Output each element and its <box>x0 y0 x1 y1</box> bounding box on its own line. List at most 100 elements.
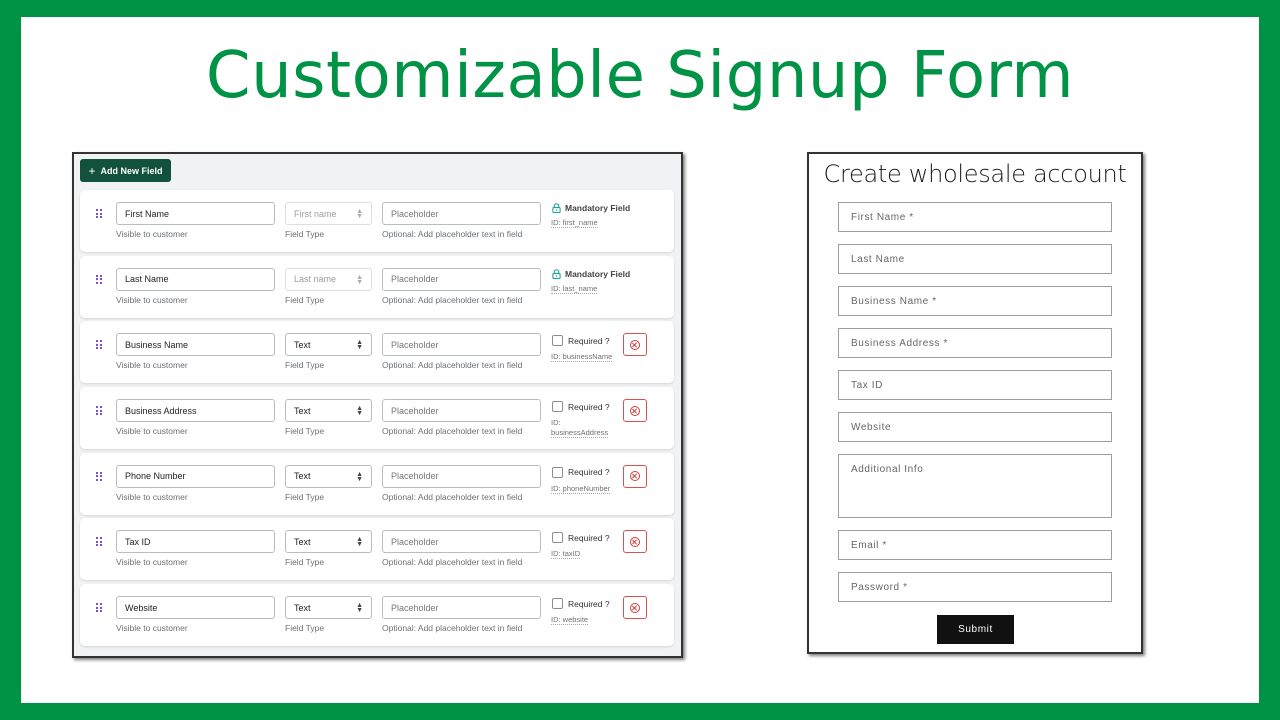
form-input[interactable]: Business Name * <box>838 286 1112 316</box>
form-input[interactable]: Business Address * <box>838 328 1112 358</box>
add-new-field-label: Add New Field <box>100 165 163 176</box>
page-title: Customizable Signup Form <box>205 39 1075 113</box>
placeholder-help: Optional: Add placeholder text in field <box>382 360 523 371</box>
form-input[interactable]: First Name * <box>838 202 1112 232</box>
field-row: Tax ID Visible to customer Text ▲ ▼ Field… <box>80 518 674 581</box>
field-row: First Name Visible to customer First nam… <box>80 190 674 252</box>
field-label-input[interactable]: Tax ID <box>116 530 275 554</box>
form-input[interactable]: Password * <box>838 572 1112 602</box>
field-label-input[interactable]: Business Address <box>116 399 275 423</box>
required-checkbox[interactable] <box>552 598 563 610</box>
select-arrows-icon: ▲ ▼ <box>356 602 363 615</box>
close-circle-icon <box>630 602 640 613</box>
field-id: ID: website <box>551 615 589 626</box>
drag-handle-icon[interactable] <box>96 209 103 218</box>
lock-icon <box>552 268 561 279</box>
field-label-help: Visible to customer <box>116 623 188 634</box>
required-checkbox-label[interactable]: Required ? <box>552 466 610 478</box>
field-row: Website Visible to customer Text ▲ ▼ Fiel… <box>80 584 674 647</box>
required-checkbox[interactable] <box>552 335 563 347</box>
select-arrows-icon: ▲ ▼ <box>356 339 363 352</box>
required-checkbox[interactable] <box>552 401 563 413</box>
drag-handle-icon[interactable] <box>96 603 103 613</box>
add-new-field-button[interactable]: + Add New Field <box>80 159 171 182</box>
field-type-help: Field Type <box>285 229 325 239</box>
required-checkbox-label[interactable]: Required ? <box>552 335 610 347</box>
field-row: Business Name Visible to customer Text ▲… <box>80 321 674 384</box>
delete-field-button[interactable] <box>623 464 647 488</box>
field-row: Last Name Visible to customer Last name … <box>80 255 674 318</box>
delete-field-button[interactable] <box>623 530 647 554</box>
field-type-select[interactable]: Text ▲ ▼ <box>285 333 372 357</box>
field-id: ID: phoneNumber <box>551 483 611 494</box>
required-checkbox-label[interactable]: Required ? <box>552 598 610 610</box>
delete-field-button[interactable] <box>623 333 647 357</box>
field-type-help: Field Type <box>285 294 325 305</box>
field-type-select: Last name ▲ ▼ <box>285 267 372 291</box>
drag-handle-icon[interactable] <box>96 340 103 350</box>
mandatory-field-badge: Mandatory Field <box>552 203 630 213</box>
field-label-input[interactable]: Last Name <box>116 267 275 291</box>
field-type-select: First name ▲ ▼ <box>285 202 372 225</box>
drag-handle-icon[interactable] <box>96 537 103 547</box>
required-checkbox-label[interactable]: Required ? <box>552 401 610 413</box>
delete-field-button[interactable] <box>623 399 647 423</box>
placeholder-input[interactable]: Placeholder <box>382 464 541 488</box>
field-editor-panel: + Add New Field First Name Visible to cu… <box>72 152 683 658</box>
select-arrows-icon: ▲ ▼ <box>356 405 363 418</box>
form-input[interactable]: Email * <box>838 530 1112 560</box>
close-circle-icon <box>630 339 640 350</box>
select-arrows-icon: ▲ ▼ <box>356 208 363 220</box>
field-list: First Name Visible to customer First nam… <box>80 190 674 650</box>
required-checkbox[interactable] <box>552 466 563 478</box>
placeholder-input[interactable]: Placeholder <box>382 530 541 554</box>
field-type-help: Field Type <box>285 557 325 568</box>
placeholder-input[interactable]: Placeholder <box>382 267 541 291</box>
select-arrows-icon: ▲ ▼ <box>356 536 363 549</box>
placeholder-help: Optional: Add placeholder text in field <box>382 491 523 502</box>
placeholder-input[interactable]: Placeholder <box>382 202 541 225</box>
placeholder-input[interactable]: Placeholder <box>382 333 541 357</box>
placeholder-input[interactable]: Placeholder <box>382 596 541 620</box>
field-label-input[interactable]: First Name <box>116 202 275 225</box>
field-label-input[interactable]: Business Name <box>116 333 275 357</box>
field-type-value: Text <box>294 339 311 350</box>
form-input[interactable]: Tax ID <box>838 370 1112 400</box>
field-label-input[interactable]: Website <box>116 596 275 620</box>
placeholder-help: Optional: Add placeholder text in field <box>382 623 523 634</box>
field-row: Phone Number Visible to customer Text ▲ ▼… <box>80 452 674 515</box>
field-type-select[interactable]: Text ▲ ▼ <box>285 464 372 488</box>
delete-field-button[interactable] <box>623 596 647 620</box>
placeholder-help: Optional: Add placeholder text in field <box>382 294 523 305</box>
field-type-select[interactable]: Text ▲ ▼ <box>285 596 372 620</box>
drag-handle-icon[interactable] <box>96 471 103 481</box>
select-arrows-icon: ▲ ▼ <box>356 470 363 483</box>
field-label-help: Visible to customer <box>116 360 188 371</box>
form-input[interactable]: Last Name <box>838 244 1112 274</box>
submit-button[interactable]: Submit <box>937 615 1014 644</box>
form-textarea[interactable]: Additional Info <box>838 454 1112 518</box>
drag-handle-icon[interactable] <box>96 274 103 284</box>
field-label-help: Visible to customer <box>116 229 188 239</box>
field-type-select[interactable]: Text ▲ ▼ <box>285 530 372 554</box>
field-type-value: Last name <box>294 274 337 285</box>
field-label-help: Visible to customer <box>116 491 188 502</box>
required-label: Required ? <box>568 401 610 412</box>
field-label-help: Visible to customer <box>116 557 188 568</box>
required-checkbox[interactable] <box>552 532 563 544</box>
drag-handle-icon[interactable] <box>96 406 103 416</box>
field-type-select[interactable]: Text ▲ ▼ <box>285 399 372 423</box>
required-label: Required ? <box>568 467 610 478</box>
form-input[interactable]: Website <box>838 412 1112 442</box>
placeholder-input[interactable]: Placeholder <box>382 399 541 423</box>
placeholder-help: Optional: Add placeholder text in field <box>382 426 523 437</box>
required-checkbox-label[interactable]: Required ? <box>552 532 610 544</box>
placeholder-help: Optional: Add placeholder text in field <box>382 229 523 239</box>
select-arrows-icon: ▲ ▼ <box>356 273 363 286</box>
required-label: Required ? <box>568 335 610 346</box>
close-circle-icon <box>630 405 640 416</box>
close-circle-icon <box>630 536 640 547</box>
field-id: ID: last_name <box>551 283 598 294</box>
field-label-input[interactable]: Phone Number <box>116 464 275 488</box>
field-type-value: Text <box>294 602 311 613</box>
